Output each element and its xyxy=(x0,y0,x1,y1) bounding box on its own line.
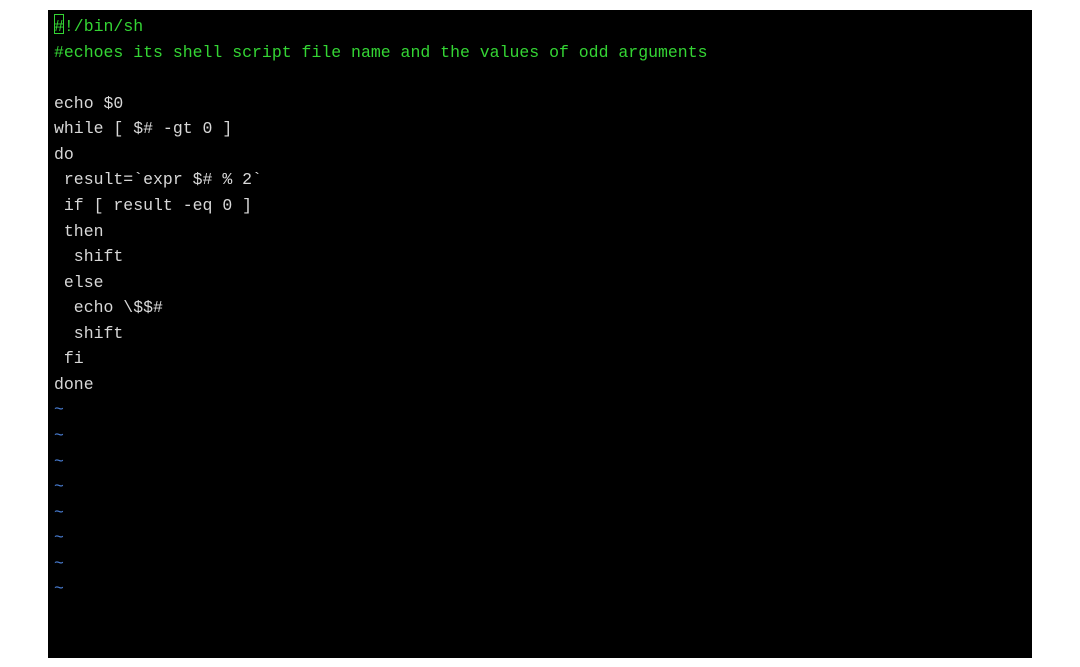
editor-line: do xyxy=(54,142,1026,168)
code-text: then xyxy=(54,222,104,241)
code-text: else xyxy=(54,273,104,292)
code-text: ~ xyxy=(54,579,64,598)
code-text: echo $0 xyxy=(54,94,123,113)
code-text: shift xyxy=(54,247,123,266)
editor-line: ~ xyxy=(54,576,1026,602)
editor-line: #!/bin/sh xyxy=(54,14,1026,40)
editor-line: if [ result -eq 0 ] xyxy=(54,193,1026,219)
editor-line: echo $0 xyxy=(54,91,1026,117)
editor-line: ~ xyxy=(54,500,1026,526)
code-text: ~ xyxy=(54,452,64,471)
code-text: do xyxy=(54,145,74,164)
code-text: ~ xyxy=(54,426,64,445)
code-text: echo \$$# xyxy=(54,298,163,317)
code-text: result=`expr $# % 2` xyxy=(54,170,262,189)
editor-line: ~ xyxy=(54,449,1026,475)
editor-line: then xyxy=(54,219,1026,245)
code-text: !/bin/sh xyxy=(64,17,143,36)
cursor-position: # xyxy=(54,14,64,40)
editor-line: ~ xyxy=(54,525,1026,551)
code-text: if [ result -eq 0 ] xyxy=(54,196,252,215)
code-text: #echoes its shell script file name and t… xyxy=(54,43,708,62)
code-text: ~ xyxy=(54,528,64,547)
editor-line: echo \$$# xyxy=(54,295,1026,321)
code-text: ~ xyxy=(54,400,64,419)
editor-line xyxy=(54,65,1026,91)
code-text: fi xyxy=(54,349,84,368)
editor-line: #echoes its shell script file name and t… xyxy=(54,40,1026,66)
editor-line: ~ xyxy=(54,397,1026,423)
editor-line: fi xyxy=(54,346,1026,372)
code-text: ~ xyxy=(54,554,64,573)
editor-line: ~ xyxy=(54,551,1026,577)
code-text: while [ $# -gt 0 ] xyxy=(54,119,232,138)
code-text: # xyxy=(54,17,64,36)
code-text: done xyxy=(54,375,94,394)
terminal-editor[interactable]: #!/bin/sh #echoes its shell script file n… xyxy=(48,10,1032,658)
code-text: ~ xyxy=(54,503,64,522)
editor-line: ~ xyxy=(54,474,1026,500)
editor-line: else xyxy=(54,270,1026,296)
editor-line: done xyxy=(54,372,1026,398)
code-text: ~ xyxy=(54,477,64,496)
editor-line: shift xyxy=(54,321,1026,347)
editor-line: result=`expr $# % 2` xyxy=(54,167,1026,193)
editor-line: while [ $# -gt 0 ] xyxy=(54,116,1026,142)
editor-line: ~ xyxy=(54,423,1026,449)
code-text: shift xyxy=(54,324,123,343)
editor-line: shift xyxy=(54,244,1026,270)
